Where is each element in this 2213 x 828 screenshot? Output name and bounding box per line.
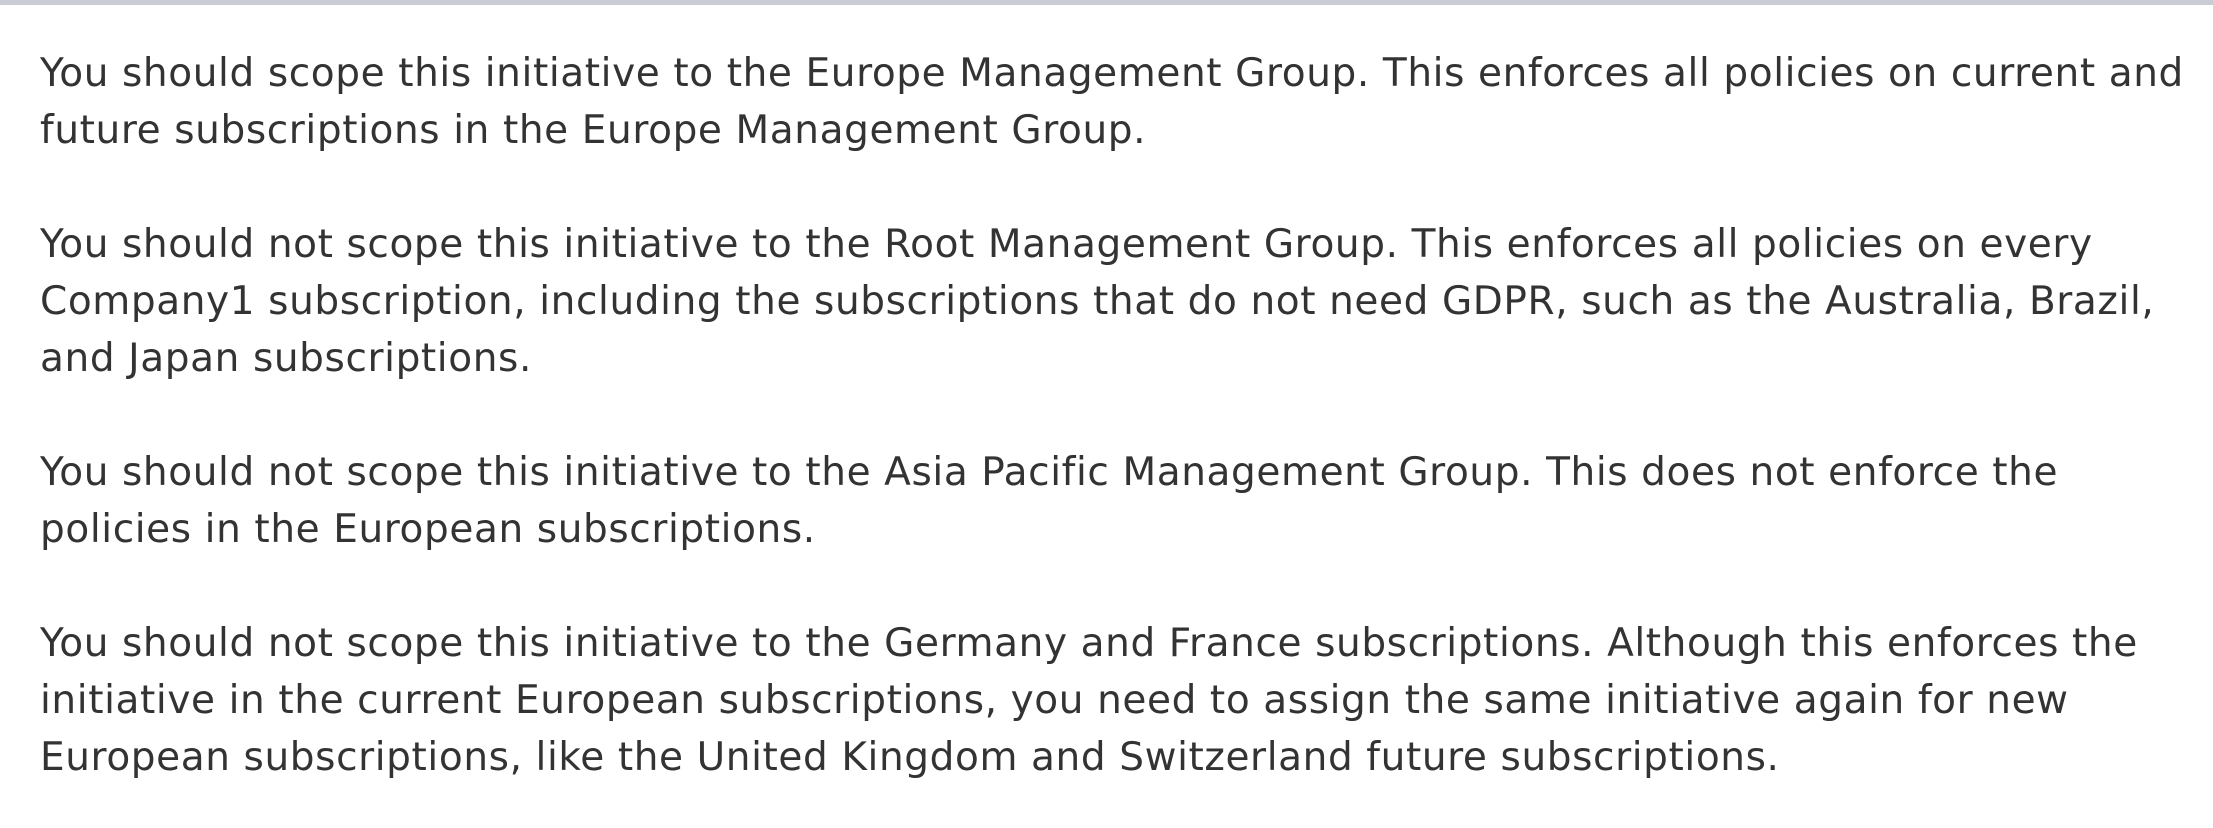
- paragraph-asia-pacific-mg: You should not scope this initiative to …: [40, 450, 2059, 552]
- paragraph-germany-france: You should not scope this initiative to …: [40, 621, 2138, 780]
- paragraph-europe-mg: You should scope this initiative to the …: [40, 51, 2184, 153]
- explanation-text: You should scope this initiative to the …: [40, 45, 2190, 786]
- paragraph-root-mg: You should not scope this initiative to …: [40, 222, 2155, 381]
- document-frame: You should scope this initiative to the …: [0, 0, 2213, 828]
